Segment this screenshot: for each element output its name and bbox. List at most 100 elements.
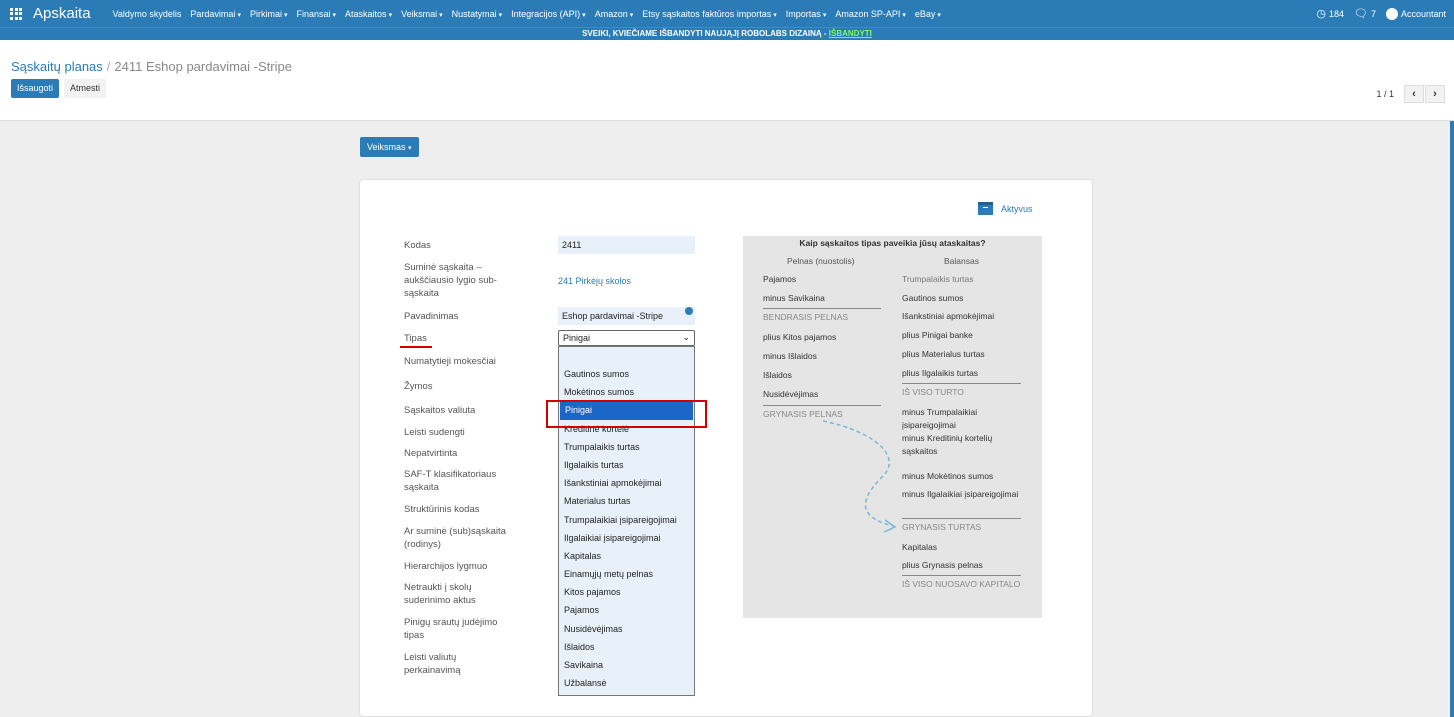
main-menu: Valdymo skydelis Pardavimai ▾ Pirkimai ▾ Fina… — [113, 9, 950, 19]
menu-item[interactable]: Pirkimai ▾ — [250, 9, 288, 19]
type-option[interactable]: Kitos pajamos — [559, 583, 694, 601]
flow-arrow-icon — [822, 420, 897, 533]
label-code: Kodas — [404, 240, 431, 251]
save-button[interactable]: Išsaugoti — [11, 79, 60, 98]
active-toggle[interactable]: Aktyvus — [978, 202, 1033, 215]
info-bs-row: minus Mokėtinos sumos — [902, 471, 994, 481]
code-input[interactable]: 2411 — [558, 236, 695, 254]
top-navbar: Apskaita Valdymo skydelis Pardavimai ▾ Pirk… — [0, 0, 1454, 27]
info-bs-row: GRYNASIS TURTAS — [902, 518, 1021, 534]
caret-down-icon: ▾ — [902, 11, 906, 19]
label-deprecated: Nepatvirtinta — [404, 448, 458, 459]
menu-item[interactable]: Valdymo skydelis — [113, 9, 182, 19]
info-title: Kaip sąskaitos tipas paveikia jūsų atask… — [799, 238, 986, 248]
menu-item-label: Amazon — [594, 8, 628, 19]
caret-down-icon: ▾ — [237, 11, 241, 19]
activity-button[interactable]: ◷ 184 — [1316, 7, 1344, 20]
info-bs-row: Išankstiniai apmokėjimai — [902, 311, 995, 321]
type-option[interactable]: Pajamos — [559, 601, 694, 619]
info-pl-row: minus Savikaina — [763, 293, 825, 303]
type-option[interactable]: Nusidėvėjimas — [559, 620, 694, 638]
type-option[interactable]: Ilgalaikiai įsipareigojimai — [559, 529, 694, 547]
banner-try-link[interactable]: IŠBANDYTI — [829, 29, 872, 38]
menu-item-label: Etsy sąskaitos faktūros importas — [642, 8, 772, 19]
breadcrumb-parent[interactable]: Sąskaitų planas — [11, 59, 103, 74]
label-exclude-debt: Netraukti į skolų suderinimo aktus — [404, 582, 476, 606]
menu-item-label: Pardavimai — [190, 8, 236, 19]
activity-count: 184 — [1328, 8, 1344, 19]
menu-item[interactable]: Nustatymai ▾ — [452, 9, 503, 19]
type-option[interactable]: Užbalansė — [559, 674, 694, 692]
breadcrumb: Sąskaitų planas/2411 Eshop pardavimai -S… — [11, 59, 292, 74]
scrollbar[interactable] — [1450, 121, 1454, 717]
menu-item[interactable]: Integracijos (API) ▾ — [511, 9, 586, 19]
menu-item[interactable]: Amazon SP-API ▾ — [835, 9, 906, 19]
info-pl-row: BENDRASIS PELNAS — [763, 308, 881, 324]
info-bs-header: Balansas — [944, 256, 979, 266]
clock-icon: ◷ — [1316, 8, 1326, 20]
label-summary-visible: Ar suminė (sub)sąskaita (rodinys) — [404, 526, 506, 550]
info-bs-row: Trumpalaikis turtas — [902, 274, 974, 284]
globe-icon[interactable] — [685, 307, 693, 315]
type-option[interactable]: Išankstiniai apmokėjimai — [559, 474, 694, 492]
label-revaluation: Leisti valiutų perkainavimą — [404, 652, 461, 676]
menu-item-label: Finansai — [296, 8, 331, 19]
pager-next-button[interactable]: › — [1425, 85, 1445, 103]
info-bs-row: IŠ VISO NUOSAVO KAPITALO — [902, 575, 1021, 591]
menu-item-label: Integracijos (API) — [511, 8, 581, 19]
info-bs-row: plius Pinigai banke — [902, 330, 973, 340]
name-input[interactable]: Eshop pardavimai -Stripe — [558, 307, 695, 325]
info-bs-row: plius Grynasis pelnas — [902, 560, 983, 570]
user-name: Accountant — [1400, 8, 1446, 19]
caret-down-icon: ▾ — [773, 11, 777, 19]
topbar-right: ◷ 184 🗨 7 Accountant — [1306, 0, 1446, 27]
type-option[interactable]: Ilgalaikis turtas — [559, 456, 694, 474]
menu-item-label: Pirkimai — [249, 8, 282, 19]
menu-item-label: Amazon SP-API — [835, 8, 901, 19]
label-structural: Struktūrinis kodas — [404, 504, 480, 515]
label-hierarchy: Hierarchijos lygmuo — [404, 561, 488, 572]
menu-item[interactable]: Finansai ▾ — [296, 9, 336, 19]
caret-down-icon: ▾ — [332, 11, 337, 19]
menu-item[interactable]: eBay ▾ — [915, 9, 941, 19]
parent-account-link[interactable]: 241 Pirkėjų skolos — [558, 276, 695, 286]
menu-item[interactable]: Importas ▾ — [786, 9, 827, 19]
info-pl-row: minus Išlaidos — [763, 351, 817, 361]
type-option[interactable]: Einamųjų metų pelnas — [559, 565, 694, 583]
caret-down-icon: ▾ — [388, 11, 393, 19]
menu-item-label: eBay — [914, 8, 936, 19]
messages-count: 7 — [1370, 8, 1376, 19]
type-select-value: Pinigai — [563, 333, 591, 343]
breadcrumb-separator: / — [106, 59, 111, 74]
type-select[interactable]: Pinigai ⌄ — [558, 330, 695, 346]
menu-item[interactable]: Amazon ▾ — [595, 9, 634, 19]
menu-item[interactable]: Ataskaitos ▾ — [345, 9, 392, 19]
action-dropdown-button[interactable]: Veiksmas ▾ — [360, 137, 419, 157]
type-option[interactable]: Mokėtinos sumos — [559, 383, 694, 401]
caret-down-icon: ▾ — [822, 11, 827, 19]
type-option[interactable]: Išlaidos — [559, 638, 694, 656]
menu-item[interactable]: Etsy sąskaitos faktūros importas ▾ — [642, 9, 777, 19]
annotation-underline — [400, 346, 432, 348]
type-option[interactable]: Gautinos sumos — [559, 365, 694, 383]
type-option[interactable]: Materialus turtas — [559, 492, 694, 510]
info-bs-row: IŠ VISO TURTO — [902, 383, 1021, 399]
user-menu[interactable]: Accountant — [1385, 7, 1446, 20]
type-option[interactable]: Savikaina — [559, 656, 694, 674]
menu-item[interactable]: Veiksmai ▾ — [401, 9, 443, 19]
account-type-info-panel: Kaip sąskaitos tipas paveikia jūsų atask… — [743, 236, 1042, 618]
messages-button[interactable]: 🗨 7 — [1354, 7, 1376, 20]
pager-prev-button[interactable]: ‹ — [1404, 85, 1424, 103]
discard-button[interactable]: Atmesti — [64, 79, 107, 98]
menu-item[interactable]: Pardavimai ▾ — [190, 9, 241, 19]
caret-down-icon: ▾ — [629, 11, 634, 19]
form-sheet: Aktyvus Kodas Suminė sąskaita – aukščiau… — [359, 179, 1093, 717]
brand-title[interactable]: Apskaita — [33, 5, 91, 22]
type-option[interactable]: Trumpalaikis turtas — [559, 438, 694, 456]
type-option[interactable]: Trumpalaikiai įsipareigojimai — [559, 511, 694, 529]
info-bs-row: Gautinos sumos — [902, 293, 964, 303]
menu-item-label: Ataskaitos — [345, 8, 387, 19]
apps-menu-icon[interactable] — [10, 7, 24, 20]
avatar — [1385, 7, 1398, 20]
type-option[interactable]: Kapitalas — [559, 547, 694, 565]
